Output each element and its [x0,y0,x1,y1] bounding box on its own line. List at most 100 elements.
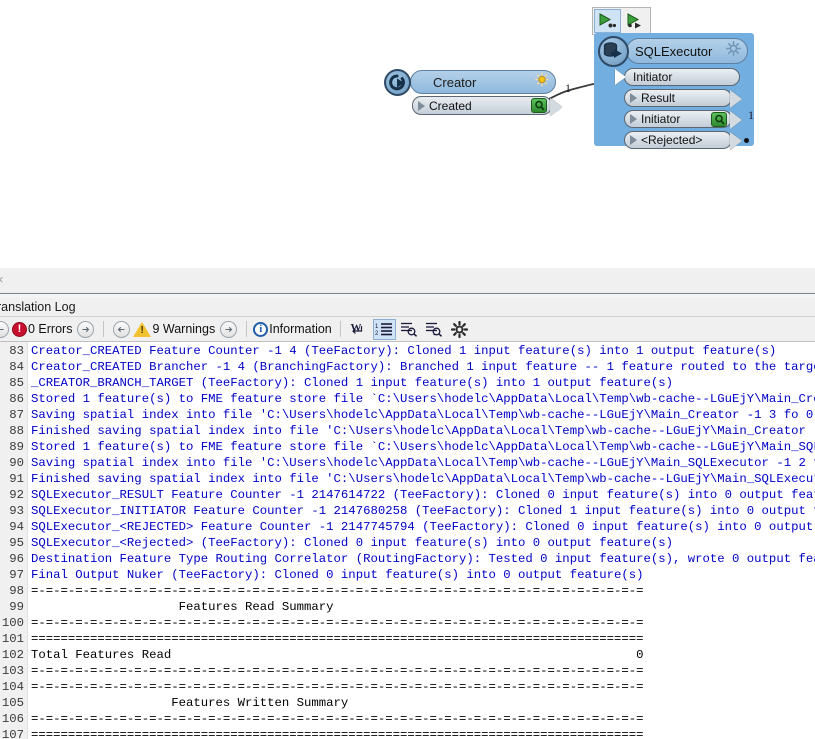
log-line[interactable]: 89 Stored 1 feature(s) to FME feature sto… [0,439,815,455]
input-port-arrow-icon [615,69,626,85]
information-group[interactable]: i Information [253,318,334,340]
log-line-number: 85 [9,376,24,390]
log-line[interactable]: 96 Destination Feature Type Routing Corre… [0,551,815,567]
log-line-text: Stored 1 feature(s) to FME feature store… [31,440,815,454]
log-line[interactable]: 101 =====================================… [0,631,815,647]
log-line[interactable]: 98 =-=-=-=-=-=-=-=-=-=-=-=-=-=-=-=-=-=-=-… [0,583,815,599]
sqlexecutor-port-rejected[interactable]: <Rejected> [624,131,732,149]
log-line-number: 107 [1,728,24,739]
log-line-text: _CREATOR_BRANCH_TARGET (TeeFactory): Clo… [31,376,674,390]
sqlexecutor-initiator-output-arrow-icon [730,111,742,129]
tab-translation-log[interactable]: ranslation Log [0,298,76,316]
dock-strip: × [0,268,815,294]
log-line[interactable]: 90 Saving spatial index into file 'C:\Use… [0,455,815,471]
toolbar-divider [103,321,105,337]
log-line[interactable]: 84 Creator_CREATED Brancher -1 4 (Branchi… [0,359,815,375]
log-lines-container: 83 Creator_CREATED Feature Counter -1 4 (… [0,343,815,739]
error-icon: ! [12,321,27,337]
log-line-number: 97 [9,568,24,582]
sqlexecutor-port-initiator-input[interactable]: Initiator [615,68,740,86]
log-line[interactable]: 93 SQLExecutor_INITIATOR Feature Counter … [0,503,815,519]
log-line[interactable]: 102 Total Features Read 0 [0,647,815,663]
log-text-area[interactable]: 83 Creator_CREATED Feature Counter -1 4 (… [0,341,815,739]
log-line[interactable]: 106 =-=-=-=-=-=-=-=-=-=-=-=-=-=-=-=-=-=-=… [0,711,815,727]
log-line-text: Features Written Summary [31,696,349,710]
log-line[interactable]: 85 _CREATOR_BRANCH_TARGET (TeeFactory): C… [0,375,815,391]
inspect-magnifier-icon [711,112,727,127]
log-line[interactable]: 105 Features Written Summary [0,695,815,711]
creator-inspect-toggle[interactable] [531,98,547,113]
log-line[interactable]: 97 Final Output Nuker (TeeFactory): Clone… [0,567,815,583]
creator-port-created[interactable]: Created [412,96,552,115]
log-line-number: 102 [1,648,24,662]
log-line-number: 98 [9,584,24,598]
sqlexecutor-title-bar[interactable]: SQLExecutor [626,38,748,64]
run-to-this-button[interactable] [594,9,621,33]
log-line-number: 83 [9,344,24,358]
log-line[interactable]: 87 Saving spatial index into file 'C:\Use… [0,407,815,423]
log-line-text: SQLExecutor_RESULT Feature Counter -1 21… [31,488,815,502]
find-next-icon [426,322,443,337]
log-line[interactable]: 107 =====================================… [0,727,815,739]
run-from-this-icon [627,13,641,29]
edge-count-label-initiator: 1 [748,108,754,122]
run-from-this-button[interactable] [622,9,649,33]
log-line-text: Finished saving spatial index into file … [31,424,815,438]
workspace-canvas[interactable]: Creator Created 1 SQLExecutor Initiator … [0,0,815,268]
log-line-number: 104 [1,680,24,694]
next-error-button[interactable] [77,320,95,338]
log-line[interactable]: 86 Stored 1 feature(s) to FME feature sto… [0,391,815,407]
log-line-number: 88 [9,424,24,438]
log-line[interactable]: 95 SQLExecutor_<Rejected> (TeeFactory): C… [0,535,815,551]
word-wrap-button[interactable]: W [348,319,371,340]
settings-button[interactable] [448,319,471,340]
creator-gear-icon[interactable] [535,72,549,92]
log-line-number: 100 [1,616,24,630]
sqlexecutor-gear-icon[interactable] [726,41,741,61]
log-line-text: Saving spatial index into file 'C:\Users… [31,408,815,422]
prev-warning-button[interactable] [113,320,131,338]
log-line[interactable]: 103 =-=-=-=-=-=-=-=-=-=-=-=-=-=-=-=-=-=-=… [0,663,815,679]
errors-group: ! 0 Errors [0,318,97,340]
find-icon [401,322,418,337]
line-numbers-button[interactable]: 1 2 [372,318,396,340]
log-line[interactable]: 92 SQLExecutor_RESULT Feature Counter -1 … [0,487,815,503]
sqlexecutor-port-initiator-output[interactable]: Initiator [624,110,732,128]
run-buttons-toolbar[interactable] [592,7,651,35]
log-line[interactable]: 94 SQLExecutor_<REJECTED> Feature Counter… [0,519,815,535]
log-line-number: 99 [9,600,24,614]
sqlexecutor-port-result[interactable]: Result [624,89,732,107]
information-label: Information [269,322,332,336]
find-button[interactable] [398,319,421,340]
sqlexecutor-result-output-arrow-icon [730,90,742,108]
toolbar-divider [339,321,341,337]
creator-title-bar[interactable]: Creator [410,70,556,94]
log-line-text: Features Read Summary [31,600,334,614]
word-wrap-icon: W [351,322,363,334]
log-line[interactable]: 99 Features Read Summary [0,599,815,615]
creator-output-arrow-icon [550,98,562,116]
node-sqlexecutor[interactable]: SQLExecutor Initiator Result Initiator <… [594,33,754,150]
close-icon[interactable]: × [0,272,4,287]
log-line-number: 106 [1,712,24,726]
prev-error-button[interactable] [0,320,9,338]
log-line-number: 94 [9,520,24,534]
log-toolbar[interactable]: ! 0 Errors 9 Warnings i Information [0,317,815,341]
log-line-number: 103 [1,664,24,678]
log-line[interactable]: 91 Finished saving spatial index into fil… [0,471,815,487]
inspect-magnifier-icon [531,98,547,113]
log-line[interactable]: 88 Finished saving spatial index into fil… [0,423,815,439]
log-line[interactable]: 100 =-=-=-=-=-=-=-=-=-=-=-=-=-=-=-=-=-=-=… [0,615,815,631]
sqlexecutor-inspect-toggle[interactable] [711,112,727,127]
find-next-button[interactable] [423,319,446,340]
tab-translation-log-label: ranslation Log [0,300,76,314]
warning-icon [133,321,152,337]
log-line-text: =-=-=-=-=-=-=-=-=-=-=-=-=-=-=-=-=-=-=-=-… [31,680,644,694]
next-warning-button[interactable] [220,320,238,338]
log-line-text: SQLExecutor_<Rejected> (TeeFactory): Clo… [31,536,674,550]
info-icon: i [253,321,269,337]
port-arrow-icon [630,93,637,103]
log-line-text: Creator_CREATED Brancher -1 4 (Branching… [31,360,815,374]
log-line[interactable]: 104 =-=-=-=-=-=-=-=-=-=-=-=-=-=-=-=-=-=-=… [0,679,815,695]
log-line[interactable]: 83 Creator_CREATED Feature Counter -1 4 (… [0,343,815,359]
